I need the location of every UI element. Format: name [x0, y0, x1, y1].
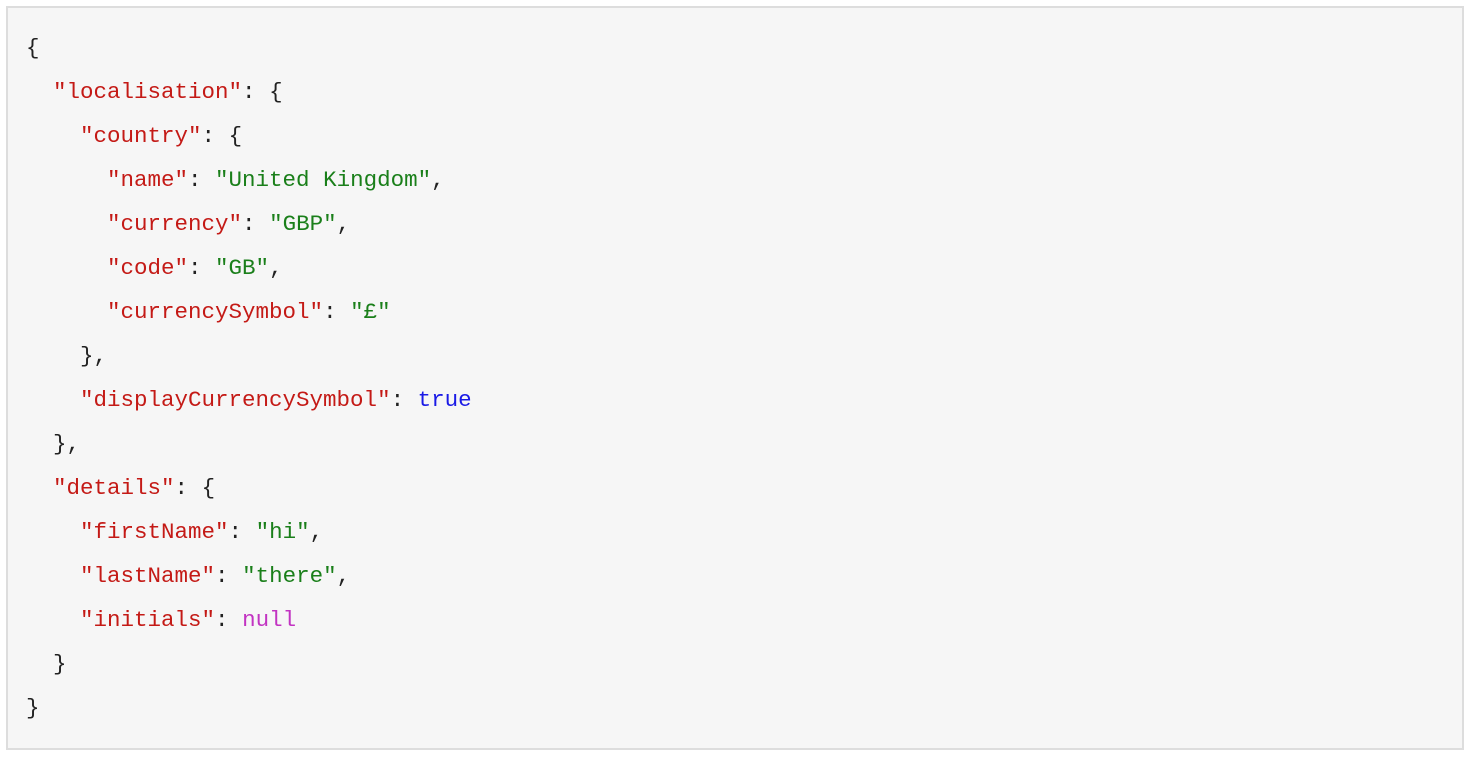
val-currency: "GBP" [269, 211, 337, 237]
colon: : [242, 79, 269, 105]
key-details: "details" [53, 475, 175, 501]
brace-close: } [53, 651, 67, 677]
colon: : [242, 211, 269, 237]
json-code-block: { "localisation": { "country": { "name":… [6, 6, 1464, 750]
brace-open: { [229, 123, 243, 149]
key-last-name: "lastName" [80, 563, 215, 589]
key-name: "name" [107, 167, 188, 193]
brace-open: { [26, 35, 40, 61]
key-code: "code" [107, 255, 188, 281]
key-country: "country" [80, 123, 202, 149]
comma: , [269, 255, 283, 281]
key-currency-symbol: "currencySymbol" [107, 299, 323, 325]
brace-close-comma: }, [53, 431, 80, 457]
colon: : [188, 255, 215, 281]
key-localisation: "localisation" [53, 79, 242, 105]
val-first-name: "hi" [256, 519, 310, 545]
brace-open: { [202, 475, 216, 501]
key-currency: "currency" [107, 211, 242, 237]
comma: , [310, 519, 324, 545]
colon: : [229, 519, 256, 545]
val-name: "United Kingdom" [215, 167, 431, 193]
val-last-name: "there" [242, 563, 337, 589]
colon: : [202, 123, 229, 149]
val-code: "GB" [215, 255, 269, 281]
colon: : [215, 563, 242, 589]
val-currency-symbol: "£" [350, 299, 391, 325]
key-first-name: "firstName" [80, 519, 229, 545]
brace-close-comma: }, [80, 343, 107, 369]
colon: : [175, 475, 202, 501]
comma: , [337, 211, 351, 237]
key-display-currency-symbol: "displayCurrencySymbol" [80, 387, 391, 413]
comma: , [431, 167, 445, 193]
colon: : [215, 607, 242, 633]
colon: : [188, 167, 215, 193]
brace-close: } [26, 695, 40, 721]
val-display-currency-symbol: true [418, 387, 472, 413]
colon: : [391, 387, 418, 413]
brace-open: { [269, 79, 283, 105]
comma: , [337, 563, 351, 589]
colon: : [323, 299, 350, 325]
val-initials: null [242, 607, 296, 633]
key-initials: "initials" [80, 607, 215, 633]
